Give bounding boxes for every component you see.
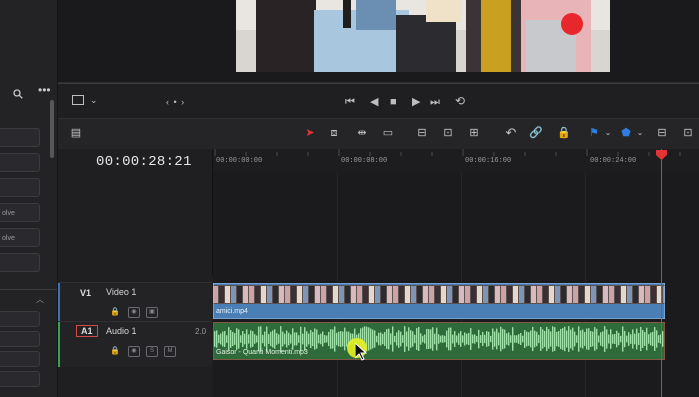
media-pool-item[interactable] [0,371,40,387]
playhead[interactable] [661,149,662,397]
dynamic-trim-icon[interactable]: ⇹ [354,126,370,140]
lock-icon[interactable]: 🔒 [110,307,120,316]
mute-button[interactable]: M [164,346,176,357]
trim-icon[interactable]: ⧈ [326,126,342,140]
media-pool-panel: ••• olve olve ︿ [0,0,58,397]
replace-icon[interactable]: ⊞ [466,126,482,140]
media-pool-item[interactable] [0,153,40,172]
ruler-label: 00:00:24:00 [590,157,637,165]
media-pool-item[interactable] [0,253,40,272]
snap-icon[interactable]: ↶ [503,126,519,140]
selection-icon[interactable]: ➤ [302,126,318,140]
prev-clip-icon[interactable]: ‹ • › [166,95,185,109]
lock-icon[interactable]: 🔒 [110,346,120,355]
more-icon[interactable]: ••• [38,84,51,96]
timeline-toolbar: ▤ ➤ ⧈ ⇹ ▭ ⊟ ⊡ ⊞ ↶ 🔗 🔒 ⚑ ⌄ ⬟ ⌄ ⊟ ⊡ [58,118,699,150]
auto-select-icon[interactable]: ◉ [128,346,140,357]
skip-start-icon[interactable]: ⏮ [345,95,355,109]
overwrite-icon[interactable]: ⊡ [440,126,456,140]
zoom-icon[interactable]: ⊡ [680,126,696,140]
loop-icon[interactable]: ⟲ [455,94,465,108]
audio-track-header: A1 Audio 1 2.0 🔒 ◉ S M [58,321,212,367]
track-id[interactable]: V1 [80,288,91,298]
blade-icon[interactable]: ▭ [380,126,396,140]
link-icon[interactable]: 🔗 [528,126,544,140]
zoom-full-icon[interactable]: ⊟ [654,126,670,140]
ruler-label: 00:00:08:00 [341,157,388,165]
layout-icon[interactable]: ▤ [68,126,84,140]
stop-icon[interactable]: ■ [390,95,397,109]
transport-bar: ⌄ ‹ • › ⏮ ◀ ■ ▶ ⏭ ⟲ [58,82,699,119]
media-pool-item[interactable] [0,311,40,327]
ruler-label: 00:00:16:00 [465,157,512,165]
skip-end-icon[interactable]: ⏭ [430,95,440,109]
media-pool-item[interactable] [0,331,40,347]
media-pool-item[interactable] [0,128,40,147]
insert-icon[interactable]: ⊟ [414,126,430,140]
media-pool-item[interactable]: olve [0,228,40,247]
track-id[interactable]: A1 [76,325,98,337]
audio-level: 2.0 [195,327,207,336]
audio-clip[interactable]: Gaisor - Quanti Momenti.mp3 [213,322,665,360]
media-pool-item[interactable]: olve [0,203,40,222]
solo-button[interactable]: S [146,346,158,357]
lock-icon[interactable]: 🔒 [556,126,572,140]
chevron-down-icon[interactable]: ⌄ [632,126,648,140]
ruler-label: 00:00:00:00 [216,157,263,165]
step-back-icon[interactable]: ◀ [370,95,378,109]
media-pool-item[interactable] [0,178,40,197]
timecode: 00:00:28:21 [96,154,192,170]
timeline-ruler[interactable]: 00:00:00:00 00:00:08:00 00:00:16:00 00:0… [213,149,699,174]
media-pool-item[interactable] [0,351,40,367]
playhead-handle[interactable] [656,147,667,160]
video-frame [236,0,610,72]
screen-icon[interactable] [72,95,84,105]
mouse-cursor-icon [354,341,368,361]
chevron-down-icon[interactable]: ⌄ [90,93,98,107]
video-clip[interactable]: amici.mp4 [213,283,665,319]
visibility-icon[interactable]: ▣ [146,307,158,318]
search-icon[interactable] [13,86,23,99]
track-name[interactable]: Video 1 [106,287,136,297]
clip-name: Gaisor - Quanti Momenti.mp3 [216,349,308,356]
clip-name: amici.mp4 [216,308,248,315]
chevron-down-icon[interactable]: ⌄ [600,126,616,140]
video-track-header: V1 Video 1 🔒 ◉ ▣ [58,282,212,321]
scrollbar[interactable] [50,100,54,158]
track-name[interactable]: Audio 1 [106,326,137,336]
auto-select-icon[interactable]: ◉ [128,307,140,318]
play-icon[interactable]: ▶ [412,95,420,109]
divider [0,289,57,290]
chevron-up-icon[interactable]: ︿ [36,294,44,305]
